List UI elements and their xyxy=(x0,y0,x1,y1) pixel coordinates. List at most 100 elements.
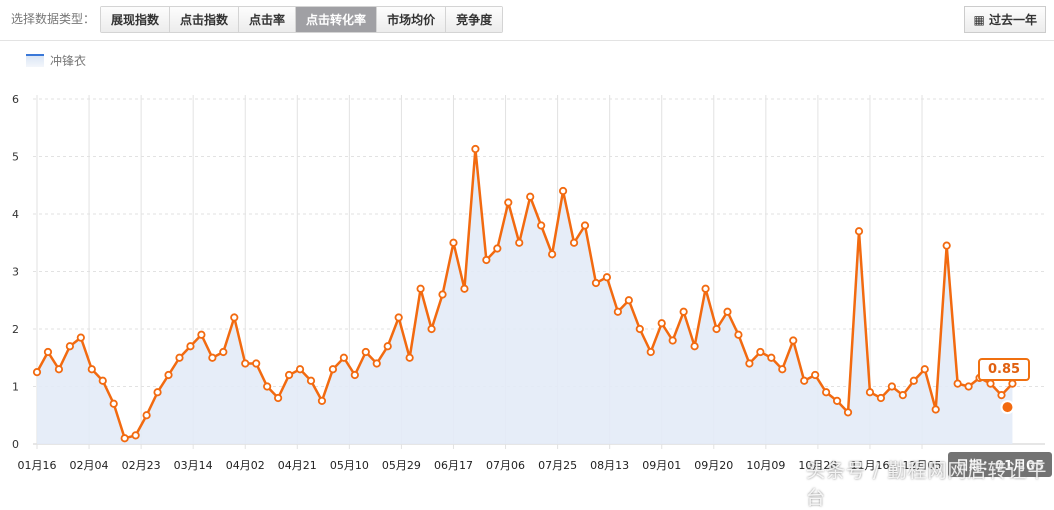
data-point xyxy=(131,431,140,440)
data-point xyxy=(767,353,776,362)
data-point xyxy=(613,307,622,316)
data-point xyxy=(690,342,699,351)
data-point xyxy=(32,368,42,377)
data-point xyxy=(953,379,962,388)
data-point xyxy=(383,342,392,351)
data-point xyxy=(832,396,842,405)
data-point xyxy=(624,296,633,305)
y-tick-label: 4 xyxy=(12,208,19,221)
data-point xyxy=(405,353,414,362)
x-tick-label: 02月04 xyxy=(70,459,109,472)
data-point xyxy=(646,347,655,357)
y-tick-label: 0 xyxy=(12,438,19,451)
data-point xyxy=(263,382,272,391)
x-tick-label: 04月21 xyxy=(278,459,317,472)
data-point xyxy=(482,255,491,265)
data-point xyxy=(186,342,195,351)
data-point xyxy=(712,324,721,334)
x-tick-label: 08月13 xyxy=(590,459,629,472)
data-point xyxy=(394,313,403,322)
data-point xyxy=(76,333,85,342)
data-point xyxy=(679,307,688,316)
data-point xyxy=(328,365,338,374)
data-point xyxy=(339,353,348,362)
data-point xyxy=(295,365,305,374)
data-point xyxy=(723,307,732,316)
data-point xyxy=(822,388,831,397)
data-point xyxy=(548,250,557,259)
data-point xyxy=(668,336,677,345)
data-point xyxy=(734,330,743,339)
x-tick-label: 05月10 xyxy=(330,459,369,472)
data-point xyxy=(526,192,535,201)
y-tick-label: 5 xyxy=(12,151,19,164)
data-point xyxy=(865,388,875,397)
data-point xyxy=(241,359,250,368)
data-point xyxy=(493,244,502,253)
x-tick-label: 05月29 xyxy=(382,459,421,472)
line-chart: 0 1 2 3 4 5 6 01月16 02月04 02月23 03月14 04月02 04月21 05月… xyxy=(12,93,1045,472)
data-point xyxy=(591,278,601,288)
data-point xyxy=(580,221,590,230)
data-point xyxy=(701,284,710,293)
data-point xyxy=(54,365,64,374)
data-point xyxy=(843,408,853,417)
data-point xyxy=(65,342,74,351)
data-point xyxy=(558,186,568,196)
data-point xyxy=(471,144,480,154)
x-tick-label: 07月25 xyxy=(538,459,577,472)
data-point xyxy=(43,347,53,357)
data-point xyxy=(350,370,359,380)
x-tick-label: 07月06 xyxy=(486,459,525,472)
x-tick-label: 01月16 xyxy=(18,459,57,472)
data-point xyxy=(175,353,184,362)
x-tick-label: 09月01 xyxy=(642,459,681,472)
x-tick-label: 03月14 xyxy=(174,459,213,472)
data-point xyxy=(197,330,206,339)
data-point xyxy=(274,393,283,403)
data-point xyxy=(931,405,940,414)
y-tick-label: 3 xyxy=(12,266,19,279)
highlighted-point xyxy=(1000,400,1015,415)
data-point xyxy=(306,376,316,385)
data-point xyxy=(602,273,612,282)
tooltip-value: 0.85 xyxy=(978,358,1031,381)
data-point xyxy=(460,284,469,293)
data-point xyxy=(109,399,118,408)
y-tick-label: 6 xyxy=(12,93,19,106)
data-point xyxy=(427,324,436,334)
data-point xyxy=(87,365,96,374)
data-point xyxy=(657,319,666,328)
data-point xyxy=(942,241,951,250)
data-point xyxy=(997,391,1006,400)
data-point xyxy=(1008,379,1017,388)
y-tick-label: 1 xyxy=(12,381,19,394)
data-point xyxy=(208,353,217,362)
data-point xyxy=(909,376,918,385)
data-point xyxy=(569,238,579,247)
data-point xyxy=(504,198,513,207)
data-point xyxy=(876,393,886,403)
data-point xyxy=(920,365,929,374)
data-point xyxy=(164,370,173,380)
data-point xyxy=(372,359,381,368)
data-point xyxy=(635,324,644,334)
watermark: 头条号 / 勤程网网店转让平台 xyxy=(806,460,1048,509)
data-point xyxy=(854,227,864,236)
data-point xyxy=(778,365,787,374)
x-tick-label: 06月17 xyxy=(434,459,473,472)
data-point xyxy=(438,290,447,299)
data-point xyxy=(219,347,228,357)
data-point xyxy=(515,238,524,247)
data-point xyxy=(986,379,995,388)
data-point xyxy=(284,370,294,380)
data-point xyxy=(449,238,458,247)
data-point xyxy=(230,313,239,322)
data-point xyxy=(898,391,907,400)
data-point xyxy=(537,221,546,230)
data-point xyxy=(887,382,896,391)
x-tick-label: 09月20 xyxy=(694,459,733,472)
data-point xyxy=(811,370,820,380)
data-point xyxy=(153,388,162,397)
data-point xyxy=(789,336,798,345)
